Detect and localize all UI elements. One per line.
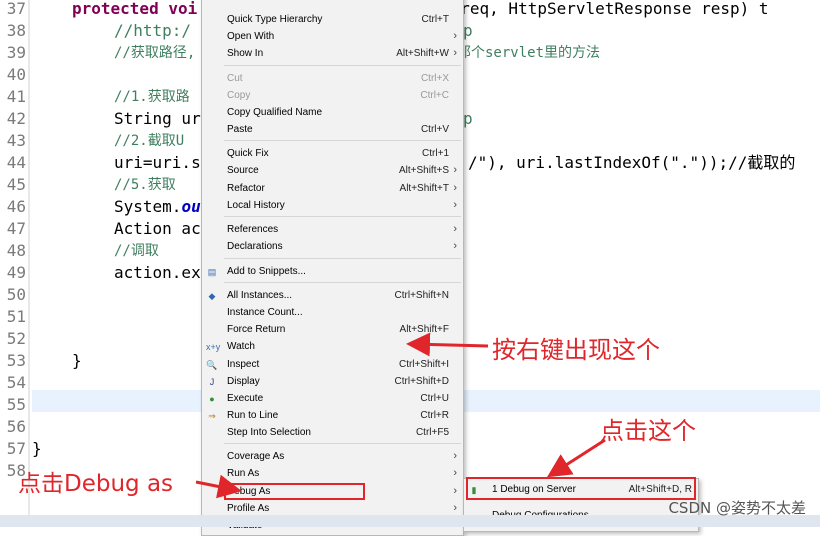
arrow-to-menu [406, 332, 489, 357]
arrow-to-debug-as [195, 474, 242, 499]
annotation-click-this: 点击这个 [600, 417, 696, 445]
annotation-arrows [195, 332, 606, 499]
arrow-to-debug-on-server [546, 438, 606, 478]
annotation-click-debug-as: 点击Debug as [18, 471, 174, 497]
watermark: CSDN @姿势不太差 [668, 499, 806, 517]
annotation-right-click: 按右键出现这个 [492, 336, 660, 364]
